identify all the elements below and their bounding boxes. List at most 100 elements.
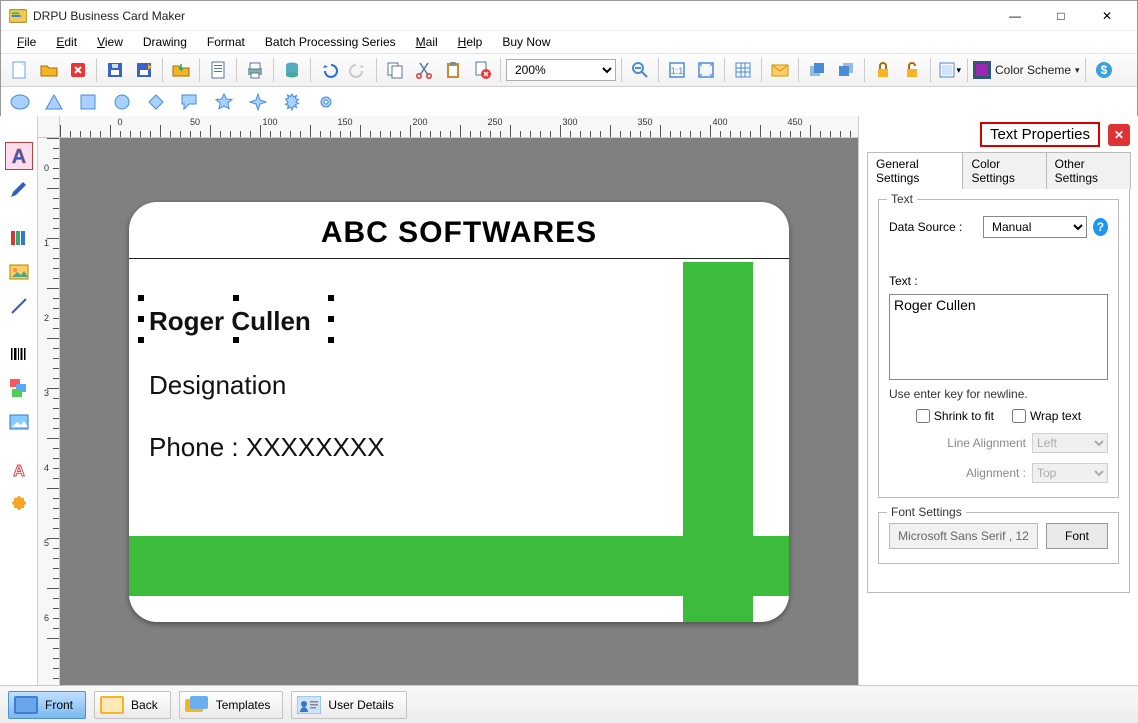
menu-file[interactable]: File bbox=[9, 33, 44, 51]
properties-close-button[interactable]: ✕ bbox=[1108, 124, 1130, 146]
ellipse-shape-button[interactable] bbox=[7, 89, 33, 115]
circle-shape-button[interactable] bbox=[109, 89, 135, 115]
star4-shape-button[interactable] bbox=[245, 89, 271, 115]
left-tool-panel: A A bbox=[0, 116, 38, 685]
cut-button[interactable] bbox=[411, 57, 437, 83]
actual-size-button[interactable]: 1:1 bbox=[664, 57, 690, 83]
titlebar: DRPU Business Card Maker — □ ✕ bbox=[1, 1, 1137, 31]
close-button[interactable]: ✕ bbox=[1085, 2, 1129, 30]
mail-button[interactable] bbox=[767, 57, 793, 83]
tab-other-settings[interactable]: Other Settings bbox=[1046, 152, 1131, 189]
send-back-button[interactable] bbox=[833, 57, 859, 83]
paste-button[interactable] bbox=[440, 57, 466, 83]
canvas-background[interactable]: ABC SOFTWARES Roger Cullen Designation P… bbox=[60, 138, 858, 685]
templates-button[interactable]: Templates bbox=[179, 691, 284, 719]
text-content-textarea[interactable] bbox=[889, 294, 1108, 380]
card-divider-line[interactable] bbox=[129, 258, 789, 259]
menu-view[interactable]: View bbox=[89, 33, 131, 51]
line-alignment-label: Line Alignment bbox=[947, 436, 1026, 450]
save-button[interactable] bbox=[102, 57, 128, 83]
user-details-button[interactable]: User Details bbox=[291, 691, 406, 719]
square-shape-button[interactable] bbox=[75, 89, 101, 115]
star5-shape-button[interactable] bbox=[211, 89, 237, 115]
card-name-text[interactable]: Roger Cullen bbox=[149, 306, 311, 337]
zoom-out-icon[interactable] bbox=[627, 57, 653, 83]
menu-drawing[interactable]: Drawing bbox=[135, 33, 195, 51]
library-tool-button[interactable] bbox=[5, 224, 33, 252]
buy-button[interactable]: $ bbox=[1091, 57, 1117, 83]
color-scheme-label: Color Scheme bbox=[995, 63, 1071, 77]
menu-batch[interactable]: Batch Processing Series bbox=[257, 33, 404, 51]
wrap-text-checkbox[interactable]: Wrap text bbox=[1012, 409, 1081, 423]
fit-button[interactable] bbox=[693, 57, 719, 83]
text-fieldset-legend: Text bbox=[887, 192, 917, 206]
alignment-label: Alignment : bbox=[966, 466, 1026, 480]
card-green-horizontal[interactable] bbox=[129, 536, 789, 596]
card-company-title[interactable]: ABC SOFTWARES bbox=[129, 216, 789, 250]
wordart-tool-button[interactable]: A bbox=[5, 456, 33, 484]
save-as-button[interactable] bbox=[131, 57, 157, 83]
main-toolbar: 200% 1:1 ▾ Color Scheme▾ $ bbox=[1, 53, 1137, 87]
templates-label: Templates bbox=[216, 698, 271, 712]
callout-shape-button[interactable] bbox=[177, 89, 203, 115]
text-input-label: Text : bbox=[889, 274, 977, 288]
properties-panel: Text Properties ✕ General Settings Color… bbox=[858, 116, 1138, 685]
multi-image-tool-button[interactable] bbox=[5, 374, 33, 402]
svg-text:A: A bbox=[13, 463, 25, 480]
bring-front-button[interactable] bbox=[804, 57, 830, 83]
text-tool-button[interactable]: A bbox=[5, 142, 33, 170]
gear-shape-button[interactable] bbox=[313, 89, 339, 115]
properties-title: Text Properties bbox=[980, 122, 1100, 147]
menu-format[interactable]: Format bbox=[199, 33, 253, 51]
lock-button[interactable] bbox=[870, 57, 896, 83]
unlock-button[interactable] bbox=[899, 57, 925, 83]
pencil-tool-button[interactable] bbox=[5, 176, 33, 204]
triangle-shape-button[interactable] bbox=[41, 89, 67, 115]
shapes-toolbar bbox=[1, 87, 1137, 117]
tab-general-settings[interactable]: General Settings bbox=[867, 152, 963, 189]
back-card-button[interactable]: Back bbox=[94, 691, 171, 719]
copy-button[interactable] bbox=[382, 57, 408, 83]
diamond-shape-button[interactable] bbox=[143, 89, 169, 115]
burst-shape-button[interactable] bbox=[279, 89, 305, 115]
line-tool-button[interactable] bbox=[5, 292, 33, 320]
newline-hint: Use enter key for newline. bbox=[889, 387, 1108, 401]
redo-button[interactable] bbox=[345, 57, 371, 83]
open-button[interactable] bbox=[36, 57, 62, 83]
delete-button[interactable] bbox=[469, 57, 495, 83]
text-fieldset: Text Data Source : Manual ? Text : Use e… bbox=[878, 199, 1119, 498]
maximize-button[interactable]: □ bbox=[1039, 2, 1083, 30]
business-card-canvas[interactable]: ABC SOFTWARES Roger Cullen Designation P… bbox=[129, 202, 789, 622]
print-button[interactable] bbox=[242, 57, 268, 83]
page-setup-button[interactable] bbox=[205, 57, 231, 83]
import-button[interactable] bbox=[168, 57, 194, 83]
zoom-select[interactable]: 200% bbox=[506, 59, 616, 81]
grid-button[interactable] bbox=[730, 57, 756, 83]
front-card-button[interactable]: Front bbox=[8, 691, 86, 719]
layers-button[interactable]: ▾ bbox=[936, 57, 962, 83]
image-tool-button[interactable] bbox=[5, 258, 33, 286]
card-phone-text[interactable]: Phone : XXXXXXXX bbox=[149, 432, 385, 463]
shrink-to-fit-checkbox[interactable]: Shrink to fit bbox=[916, 409, 994, 423]
font-settings-legend: Font Settings bbox=[887, 505, 966, 519]
menu-help[interactable]: Help bbox=[450, 33, 491, 51]
back-label: Back bbox=[131, 698, 158, 712]
close-file-button[interactable] bbox=[65, 57, 91, 83]
menu-mail[interactable]: Mail bbox=[408, 33, 446, 51]
color-scheme-button[interactable]: Color Scheme▾ bbox=[973, 61, 1080, 79]
minimize-button[interactable]: — bbox=[993, 2, 1037, 30]
help-icon[interactable]: ? bbox=[1093, 218, 1108, 236]
browse-image-tool-button[interactable] bbox=[5, 408, 33, 436]
font-button[interactable]: Font bbox=[1046, 523, 1108, 549]
data-source-select[interactable]: Manual bbox=[983, 216, 1087, 238]
undo-button[interactable] bbox=[316, 57, 342, 83]
card-designation-text[interactable]: Designation bbox=[149, 370, 286, 401]
barcode-tool-button[interactable] bbox=[5, 340, 33, 368]
database-button[interactable] bbox=[279, 57, 305, 83]
plugin-tool-button[interactable] bbox=[5, 490, 33, 518]
new-button[interactable] bbox=[7, 57, 33, 83]
menu-buy[interactable]: Buy Now bbox=[494, 33, 558, 51]
svg-text:A: A bbox=[11, 146, 25, 167]
menu-edit[interactable]: Edit bbox=[48, 33, 85, 51]
tab-color-settings[interactable]: Color Settings bbox=[962, 152, 1046, 189]
